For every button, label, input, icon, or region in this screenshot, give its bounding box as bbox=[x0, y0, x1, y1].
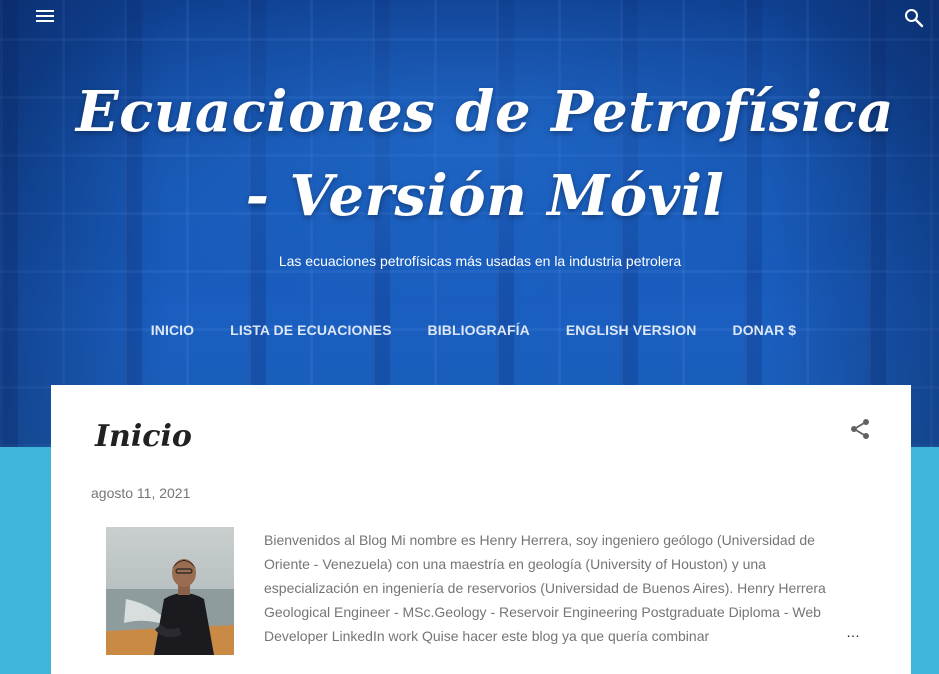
author-photo bbox=[106, 527, 234, 655]
blog-title[interactable]: Ecuaciones de Petrofísica - Versión Móvi… bbox=[60, 70, 910, 238]
nav-item-donar[interactable]: DONAR $ bbox=[732, 322, 796, 338]
share-button[interactable] bbox=[848, 417, 872, 441]
menu-icon-bar bbox=[36, 15, 54, 17]
search-button[interactable] bbox=[902, 6, 926, 30]
post-thumbnail-image[interactable] bbox=[106, 527, 234, 655]
main-nav: INICIO LISTA DE ECUACIONES BIBLIOGRAFÍA … bbox=[0, 322, 939, 338]
menu-icon-bar bbox=[36, 20, 54, 22]
post-snippet: Bienvenidos al Blog Mi nombre es Henry H… bbox=[264, 532, 826, 644]
post-title[interactable]: Inicio bbox=[95, 419, 192, 454]
nav-item-inicio[interactable]: INICIO bbox=[151, 322, 194, 338]
nav-item-bibliografia[interactable]: BIBLIOGRAFÍA bbox=[428, 322, 530, 338]
nav-item-english-version[interactable]: ENGLISH VERSION bbox=[566, 322, 697, 338]
menu-button[interactable] bbox=[36, 6, 60, 26]
blog-subtitle: Las ecuaciones petrofísicas más usadas e… bbox=[278, 253, 682, 269]
read-more-link[interactable]: … bbox=[846, 624, 860, 640]
share-icon bbox=[851, 419, 869, 439]
search-icon bbox=[905, 9, 924, 28]
post-date[interactable]: agosto 11, 2021 bbox=[91, 485, 190, 501]
post-card: Inicio agosto 11, 2021 Bienvenidos al Bl… bbox=[51, 385, 911, 674]
nav-item-lista-de-ecuaciones[interactable]: LISTA DE ECUACIONES bbox=[230, 322, 391, 338]
menu-icon-bar bbox=[36, 10, 54, 12]
